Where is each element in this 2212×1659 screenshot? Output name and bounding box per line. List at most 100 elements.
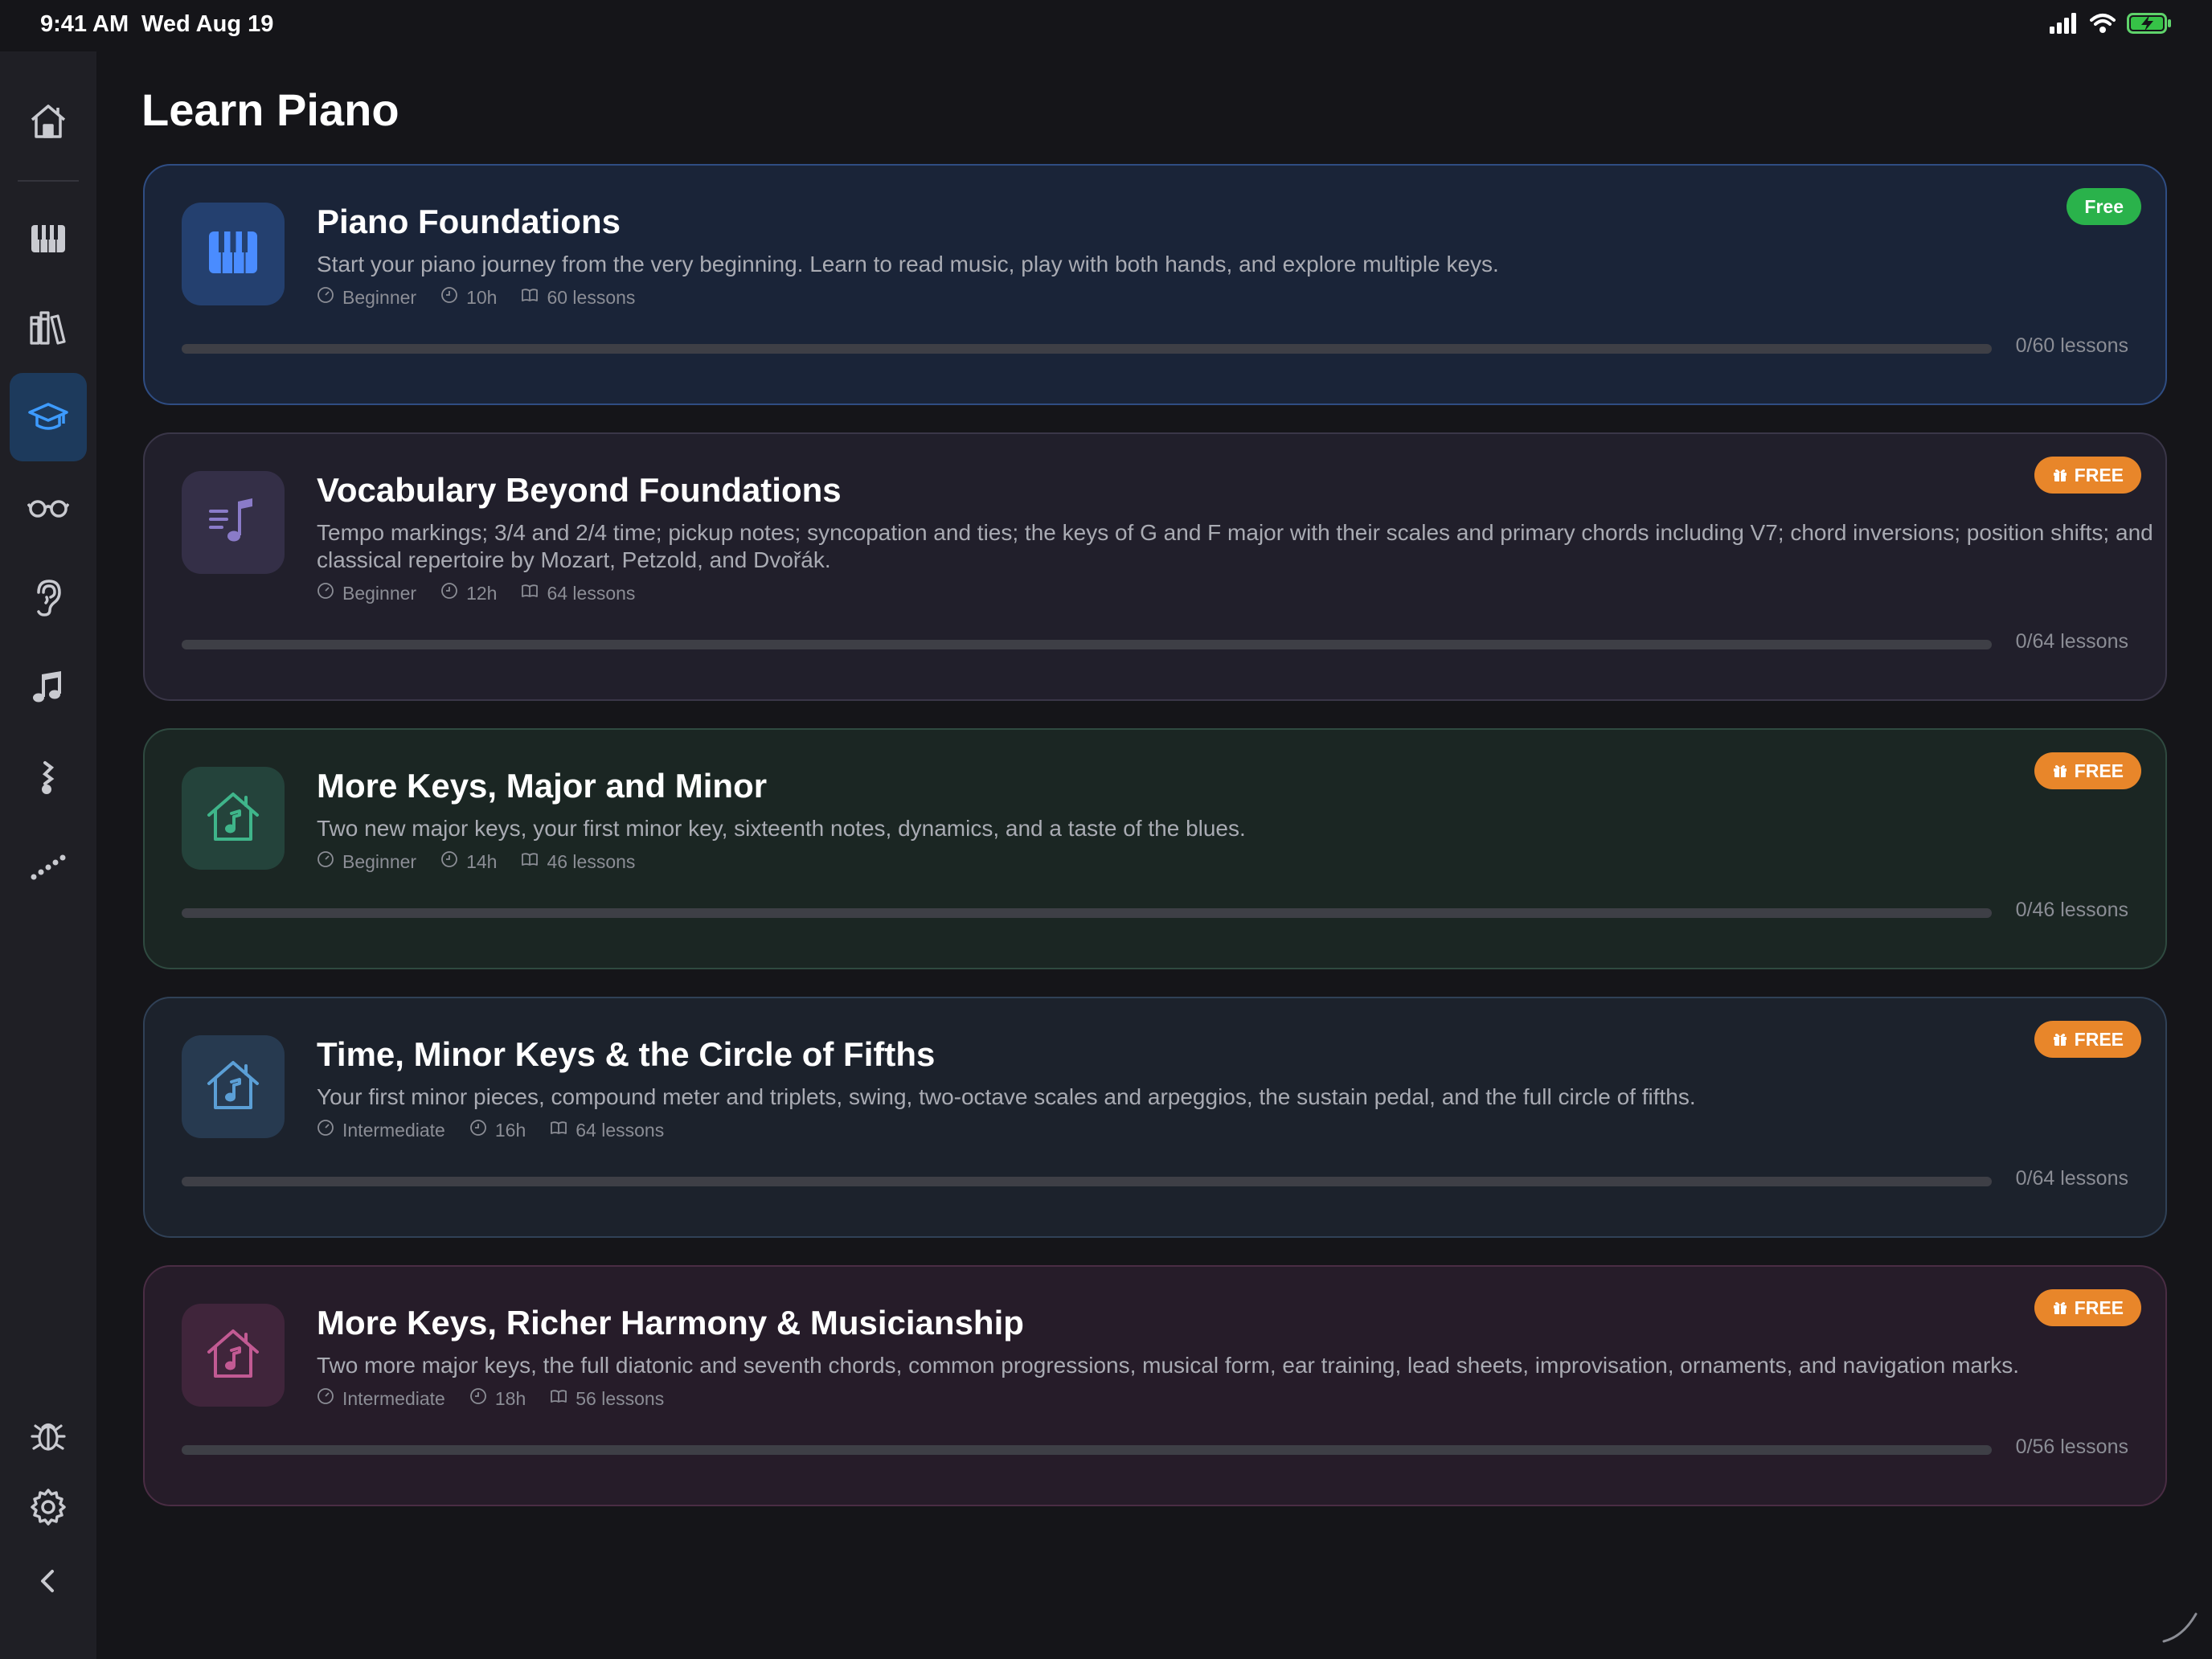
gift-icon — [2052, 1031, 2068, 1047]
sidebar — [0, 51, 96, 1659]
course-title: Vocabulary Beyond Foundations — [317, 471, 842, 509]
progress-label: 0/64 lessons — [2015, 630, 2128, 653]
course-lessons: 64 lessons — [521, 582, 635, 604]
progress-bar — [182, 1177, 1992, 1186]
course-meta: Intermediate 16h 64 lessons — [317, 1119, 664, 1141]
progress-bar — [182, 640, 1992, 649]
gauge-icon — [317, 1387, 334, 1410]
clock-icon — [440, 582, 458, 604]
gauge-icon — [317, 850, 334, 873]
course-duration-text: 16h — [494, 1119, 526, 1141]
course-card[interactable]: More Keys, Richer Harmony & Musicianship… — [143, 1265, 2167, 1506]
course-duration: 10h — [440, 286, 497, 309]
status-indicators — [2050, 13, 2172, 38]
course-level: Intermediate — [317, 1387, 445, 1410]
bug-icon — [31, 1423, 66, 1451]
house-icon — [31, 104, 66, 138]
course-icon — [182, 1035, 285, 1138]
course-description: Two more major keys, the full diatonic a… — [317, 1353, 2020, 1378]
status-date: Wed Aug 19 — [141, 11, 274, 37]
course-icon — [182, 767, 285, 870]
course-title: Time, Minor Keys & the Circle of Fifths — [317, 1035, 936, 1073]
course-icon — [182, 471, 285, 574]
course-lessons: 60 lessons — [521, 286, 635, 309]
course-card[interactable]: Vocabulary Beyond Foundations Tempo mark… — [143, 432, 2167, 701]
course-duration: 16h — [469, 1119, 526, 1141]
progress-label: 0/64 lessons — [2015, 1167, 2128, 1190]
clock-icon — [469, 1119, 487, 1141]
course-level-text: Intermediate — [342, 1387, 445, 1409]
clock-icon — [440, 286, 458, 309]
sidebar-item-home[interactable] — [10, 77, 87, 166]
sidebar-item-ear-training[interactable] — [10, 553, 87, 641]
cellular-signal-icon — [2050, 13, 2079, 38]
course-icon — [182, 203, 285, 305]
sidebar-divider — [18, 180, 79, 182]
piano-keys-icon — [203, 222, 264, 287]
price-badge: FREE — [2034, 752, 2141, 789]
price-badge: Free — [2067, 188, 2141, 225]
status-time: 9:41 AM — [40, 11, 129, 37]
sidebar-item-piano[interactable] — [10, 195, 87, 283]
course-card[interactable]: More Keys, Major and Minor Two new major… — [143, 728, 2167, 969]
music-list-icon — [203, 490, 264, 555]
course-description: Start your piano journey from the very b… — [317, 252, 1499, 276]
course-duration-text: 10h — [466, 286, 498, 308]
clock-icon — [440, 850, 458, 873]
book-icon — [521, 582, 539, 604]
music-house-icon — [203, 786, 264, 851]
price-badge: FREE — [2034, 1289, 2141, 1326]
books-icon — [30, 311, 66, 345]
book-icon — [521, 286, 539, 309]
progress-bar — [182, 908, 1992, 918]
gauge-icon — [317, 1119, 334, 1141]
course-title: Piano Foundations — [317, 203, 621, 240]
gift-icon — [2052, 763, 2068, 779]
course-duration: 18h — [469, 1387, 526, 1410]
course-meta: Beginner 14h 46 lessons — [317, 850, 635, 873]
course-card[interactable]: Piano Foundations Start your piano journ… — [143, 164, 2167, 405]
course-card[interactable]: Time, Minor Keys & the Circle of Fifths … — [143, 997, 2167, 1238]
book-icon — [521, 850, 539, 873]
course-lessons: 46 lessons — [521, 850, 635, 873]
progress-bar — [182, 1445, 1992, 1455]
dotted-line-icon — [31, 854, 66, 880]
course-duration-text: 14h — [466, 850, 498, 872]
sidebar-item-learn[interactable] — [10, 373, 87, 461]
clock-icon — [469, 1387, 487, 1410]
sidebar-item-library[interactable] — [10, 285, 87, 373]
sidebar-item-sight-reading[interactable] — [10, 463, 87, 551]
sidebar-item-rhythm[interactable] — [10, 733, 87, 821]
gift-icon — [2052, 1300, 2068, 1316]
course-lessons: 56 lessons — [550, 1387, 664, 1410]
sidebar-item-progress[interactable] — [10, 823, 87, 911]
glasses-icon — [27, 500, 69, 518]
course-lessons-text: 46 lessons — [547, 850, 636, 872]
course-description: Your first minor pieces, compound meter … — [317, 1084, 1696, 1109]
course-level-text: Beginner — [342, 582, 417, 604]
course-level-text: Beginner — [342, 286, 417, 308]
course-lessons-text: 56 lessons — [576, 1387, 665, 1409]
course-meta: Intermediate 18h 56 lessons — [317, 1387, 664, 1410]
course-description: Tempo markings; 3/4 and 2/4 time; pickup… — [317, 520, 2153, 572]
course-icon — [182, 1304, 285, 1407]
price-badge: FREE — [2034, 1021, 2141, 1058]
price-badge: FREE — [2034, 457, 2141, 494]
rhythm-icon — [42, 761, 55, 794]
gauge-icon — [317, 582, 334, 604]
resize-handle-icon — [2162, 1612, 2198, 1643]
price-badge-text: FREE — [2074, 464, 2124, 485]
course-level: Beginner — [317, 582, 416, 604]
course-level-text: Beginner — [342, 850, 417, 872]
course-list: Piano Foundations Start your piano journ… — [143, 164, 2167, 1534]
course-lessons-text: 60 lessons — [547, 286, 636, 308]
course-title: More Keys, Richer Harmony & Musicianship — [317, 1304, 1024, 1342]
sidebar-item-songs[interactable] — [10, 643, 87, 731]
sidebar-item-collapse[interactable] — [10, 1537, 87, 1625]
course-level: Intermediate — [317, 1119, 445, 1141]
music-house-icon — [203, 1055, 264, 1120]
battery-charging-icon — [2127, 13, 2172, 38]
course-level: Beginner — [317, 850, 416, 873]
gear-icon — [31, 1489, 66, 1526]
progress-label: 0/60 lessons — [2015, 334, 2128, 357]
